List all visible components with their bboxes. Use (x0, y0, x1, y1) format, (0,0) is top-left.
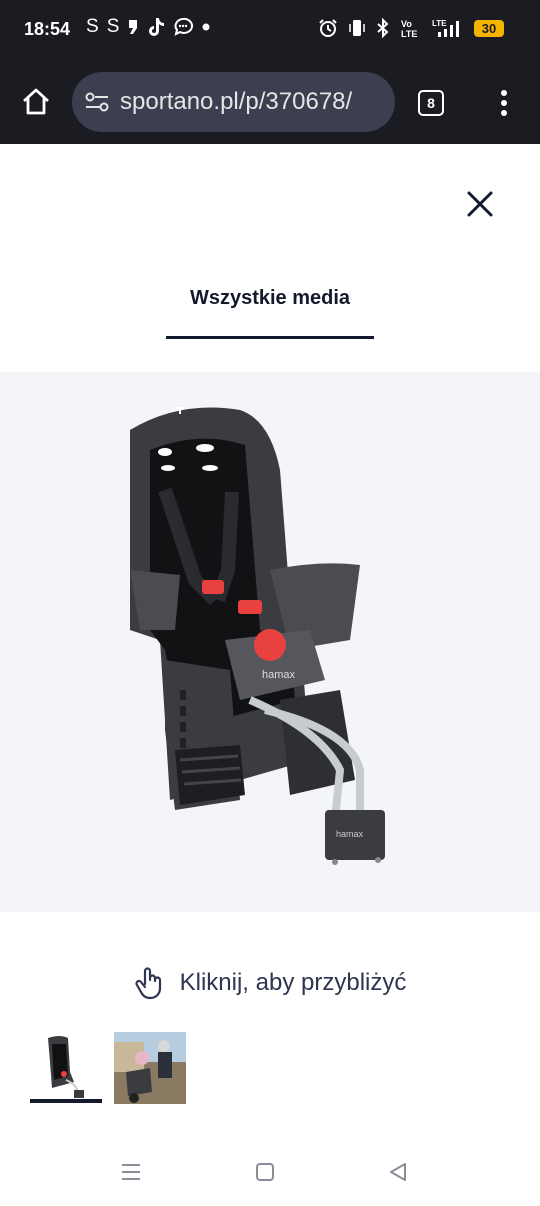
quote-icon (129, 20, 138, 34)
back-triangle-icon[interactable] (388, 1162, 408, 1182)
thumbnail-lifestyle-image (114, 1032, 186, 1104)
more-menu-icon[interactable] (495, 88, 513, 118)
zoom-hint[interactable]: Kliknij, aby przybliżyć (0, 966, 540, 1000)
clamp-brand-label: hamax (336, 829, 364, 839)
volte-icon: VoLTE (401, 19, 417, 38)
menu-icon[interactable] (120, 1162, 142, 1182)
dot-icon (202, 23, 210, 31)
notification-icons: S S (86, 16, 211, 38)
vibrate-icon (349, 20, 365, 36)
product-brand-label: hamax (262, 669, 296, 681)
thumbnail-product-image (30, 1032, 102, 1104)
home-icon[interactable] (20, 86, 52, 118)
svg-text:LTE: LTE (401, 29, 417, 38)
thumbnail-lifestyle[interactable] (114, 1032, 186, 1104)
system-status-icons: Vo LTE LTE 30 (318, 18, 504, 38)
svg-text:Vo: Vo (401, 19, 412, 29)
url-text[interactable]: sportano.pl/p/370678/ (120, 88, 352, 116)
url-bar[interactable]: sportano.pl/p/370678/ (72, 72, 395, 132)
active-tab-underline (166, 336, 374, 339)
browser-toolbar: sportano.pl/p/370678/ 8 (0, 62, 540, 144)
thumbnail-product[interactable] (30, 1032, 102, 1104)
notification-s-icon: S (86, 16, 99, 37)
notification-s-icon: S (106, 16, 120, 37)
hand-pointer-icon (135, 967, 161, 1000)
status-bar: 18:54 S S Vo LTE LTE 30 (0, 0, 540, 62)
message-bubble-icon (174, 17, 194, 36)
alarm-icon (319, 19, 337, 37)
system-navigation-bar (0, 1140, 540, 1206)
status-time: 18:54 (24, 19, 71, 39)
zoom-hint-text: Kliknij, aby przybliżyć (179, 969, 407, 996)
signal-icon: LTE (432, 19, 459, 37)
tiktok-icon (149, 18, 165, 36)
tab-all-media[interactable]: Wszystkie media (0, 287, 540, 310)
selected-thumbnail-indicator (30, 1099, 102, 1103)
bike-seat-product-image[interactable]: hamax hamax (120, 400, 420, 870)
svg-text:LTE: LTE (432, 19, 447, 28)
tab-switcher-button[interactable]: 8 (418, 90, 444, 116)
site-settings-icon[interactable] (84, 90, 110, 114)
home-square-icon[interactable] (255, 1162, 275, 1182)
bluetooth-icon (377, 18, 389, 38)
battery-indicator: 30 (474, 19, 504, 37)
close-icon[interactable] (464, 188, 496, 220)
product-image-viewer[interactable]: hamax hamax (0, 372, 540, 912)
